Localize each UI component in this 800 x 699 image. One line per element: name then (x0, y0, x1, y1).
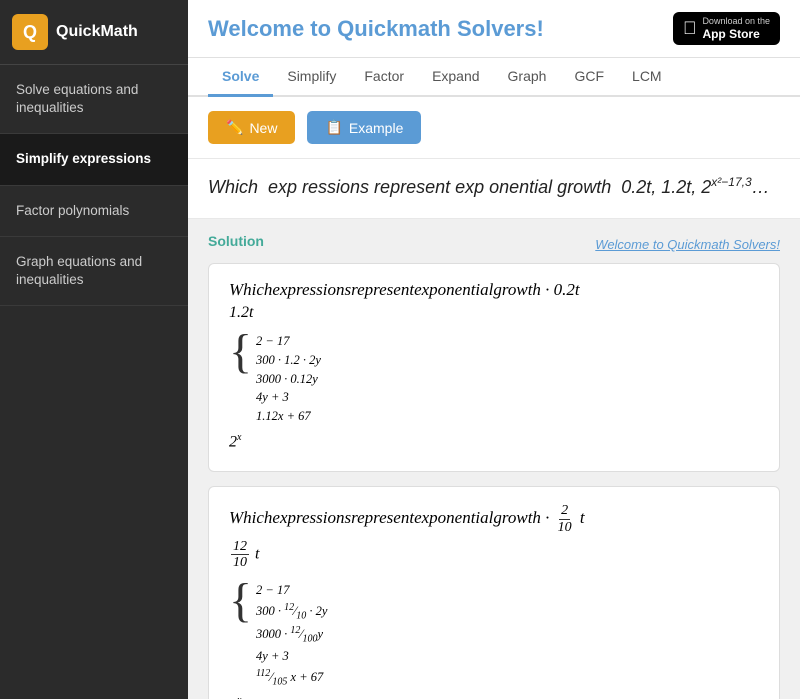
welcome-link[interactable]: Welcome to Quickmath Solvers! (595, 237, 780, 252)
card2-brace-lines: 2 − 17 300 · 12⁄10 · 2y 3000 · 12⁄100y 4… (256, 577, 327, 689)
tab-simplify[interactable]: Simplify (273, 58, 350, 97)
question-text: Which exp ressions represent exp onentia… (208, 177, 770, 197)
pencil-icon: ✏️ (226, 119, 243, 136)
brace-icon-2: { (229, 577, 252, 625)
header: Welcome to Quickmath Solvers!  Download… (188, 0, 800, 58)
sidebar-item-solve[interactable]: Solve equations and inequalities (0, 65, 188, 134)
solution-card-1: Whichexpressionsrepresentexponentialgrow… (208, 263, 780, 472)
card1-brace-lines: 2 − 17 300 · 1.2 · 2y 3000 · 0.12y 4y + … (256, 328, 321, 426)
tab-lcm[interactable]: LCM (618, 58, 676, 97)
book-icon: 📋 (325, 119, 342, 136)
card2-power: 2x (229, 695, 759, 699)
logo-icon: Q (12, 14, 48, 50)
tab-expand[interactable]: Expand (418, 58, 493, 97)
tab-factor[interactable]: Factor (350, 58, 418, 97)
badge-text: Download on the App Store (702, 16, 770, 41)
brace-icon: { (229, 328, 252, 376)
sidebar-item-factor[interactable]: Factor polynomials (0, 186, 188, 237)
apple-icon:  (683, 18, 697, 39)
question-area: Which exp ressions represent exp onentia… (188, 159, 800, 219)
tab-graph[interactable]: Graph (494, 58, 561, 97)
card2-sub-expr: 12 10 t (229, 539, 759, 571)
example-button[interactable]: 📋 Example (307, 111, 421, 144)
sidebar-item-simplify[interactable]: Simplify expressions (0, 134, 188, 185)
card2-brace-group: { 2 − 17 300 · 12⁄10 · 2y 3000 · 12⁄100y… (229, 577, 759, 689)
main-content: Welcome to Quickmath Solvers!  Download… (188, 0, 800, 699)
new-button[interactable]: ✏️ New (208, 111, 295, 144)
logo-text: QuickMath (56, 23, 138, 41)
appstore-badge[interactable]:  Download on the App Store (673, 12, 780, 45)
fraction-12-10: 12 10 (231, 539, 249, 571)
superscript-x-2: x (237, 695, 241, 699)
sidebar: Q QuickMath Solve equations and inequali… (0, 0, 188, 699)
card1-brace-group: { 2 − 17 300 · 1.2 · 2y 3000 · 0.12y 4y … (229, 328, 759, 426)
superscript-x: x (237, 432, 241, 443)
sidebar-item-graph[interactable]: Graph equations and inequalities (0, 237, 188, 306)
card1-main-expr: Whichexpressionsrepresentexponentialgrow… (229, 280, 759, 300)
action-bar: ✏️ New 📋 Example (188, 97, 800, 159)
solution-header-row: Solution Welcome to Quickmath Solvers! (208, 229, 780, 263)
logo-area[interactable]: Q QuickMath (0, 0, 188, 65)
tab-solve[interactable]: Solve (208, 58, 273, 97)
card1-sub-expr: 1.2t (229, 304, 759, 322)
page-title: Welcome to Quickmath Solvers! (208, 16, 544, 42)
solution-label: Solution (208, 233, 264, 249)
card2-main-expr: Whichexpressionsrepresentexponentialgrow… (229, 503, 759, 535)
solution-card-2: Whichexpressionsrepresentexponentialgrow… (208, 486, 780, 699)
fraction-2-10: 2 10 (556, 503, 574, 535)
card1-power: 2x (229, 432, 759, 451)
solution-area: Solution Welcome to Quickmath Solvers! W… (188, 219, 800, 699)
tab-gcf[interactable]: GCF (560, 58, 618, 97)
tabs-bar: Solve Simplify Factor Expand Graph GCF L… (188, 58, 800, 97)
